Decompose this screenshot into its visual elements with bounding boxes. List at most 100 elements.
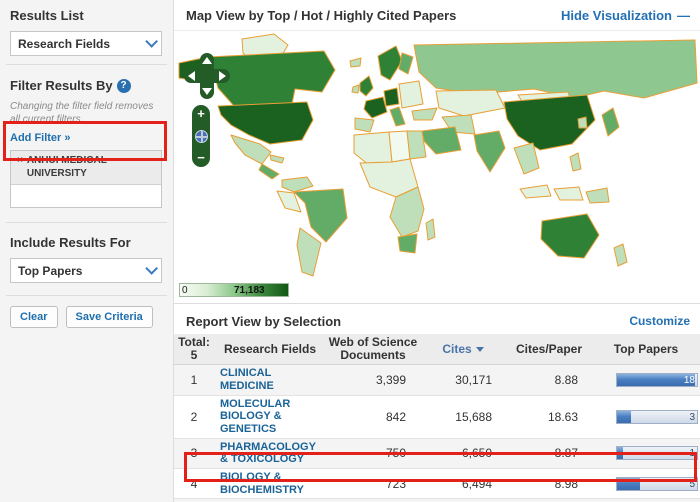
country-madagascar — [426, 219, 435, 240]
country-south-africa — [398, 234, 417, 253]
column-header-research-fields[interactable]: Research Fields — [214, 341, 326, 358]
table-header-row: Total: 5 Research Fields Web of Science … — [174, 334, 700, 365]
hide-visualization-link[interactable]: Hide Visualization — — [561, 8, 690, 23]
country-italy — [390, 107, 405, 126]
chevron-down-icon — [145, 35, 158, 48]
globe-icon[interactable] — [195, 130, 208, 143]
include-results-heading: Include Results For — [10, 235, 163, 250]
column-header-cites-per-paper[interactable]: Cites/Paper — [506, 341, 592, 358]
map-color-legend: 0 71,183 — [179, 283, 289, 297]
results-list-selected-value: Research Fields — [18, 37, 110, 51]
cites-per-paper-value: 8.98 — [506, 477, 592, 491]
table-row: 2MOLECULAR BIOLOGY & GENETICS84215,68818… — [174, 396, 700, 439]
country-ireland — [352, 85, 359, 93]
pan-right-icon[interactable] — [219, 71, 226, 81]
top-papers-cell: 3 — [592, 407, 700, 427]
total-header: Total: 5 — [174, 334, 214, 364]
top-papers-bar-fill — [617, 447, 623, 459]
pan-down-icon[interactable] — [202, 88, 212, 95]
region-eastern-europe — [399, 81, 423, 108]
top-papers-bar[interactable]: 18 — [616, 373, 698, 387]
row-rank: 4 — [174, 477, 214, 491]
region-northwest-africa — [354, 132, 392, 166]
row-rank: 1 — [174, 373, 214, 387]
country-india — [474, 131, 505, 172]
top-papers-value: 1 — [689, 447, 695, 460]
divider — [174, 303, 700, 304]
column-header-documents[interactable]: Web of Science Documents — [326, 334, 420, 364]
country-japan — [602, 108, 619, 136]
documents-value: 3,399 — [326, 373, 420, 387]
country-indonesia-west — [520, 185, 551, 198]
country-germany — [384, 88, 399, 106]
cites-value: 30,171 — [420, 373, 506, 387]
country-uk — [360, 76, 373, 96]
choropleth-map-svg — [174, 31, 700, 279]
country-korea — [578, 117, 587, 128]
report-table: Total: 5 Research Fields Web of Science … — [174, 334, 700, 502]
filter-results-heading: Filter Results By — [10, 78, 113, 93]
country-new-zealand — [614, 244, 627, 266]
country-russia — [414, 40, 697, 98]
column-header-cites[interactable]: Cites — [420, 341, 506, 358]
help-icon[interactable]: ? — [117, 79, 131, 93]
include-results-selected-value: Top Papers — [18, 264, 82, 278]
region-central-asia — [436, 90, 505, 116]
table-row: 4BIOLOGY & BIOCHEMISTRY7236,4948.985 — [174, 469, 700, 499]
country-finland — [399, 53, 413, 74]
country-papua-new-guinea — [586, 188, 609, 203]
collapse-icon: — — [677, 8, 690, 23]
map-view-title: Map View by Top / Hot / Highly Cited Pap… — [186, 8, 456, 23]
map-pan-control[interactable] — [184, 53, 230, 99]
results-list-select[interactable]: Research Fields — [10, 31, 162, 56]
cites-value: 6,494 — [420, 477, 506, 491]
customize-link[interactable]: Customize — [629, 314, 690, 328]
table-row: 1CLINICAL MEDICINE3,39930,1718.8818 — [174, 365, 700, 395]
legend-min-value: 0 — [182, 285, 188, 296]
remove-filter-icon[interactable]: × — [17, 155, 23, 180]
top-papers-bar[interactable]: 3 — [616, 410, 698, 424]
top-papers-bar[interactable]: 1 — [616, 446, 698, 460]
country-australia — [541, 214, 599, 258]
research-field-link[interactable]: PHARMACOLOGY & TOXICOLOGY — [214, 439, 326, 468]
active-filters-list: × ANHUI MEDICAL UNIVERSITY — [10, 150, 162, 208]
documents-value: 750 — [326, 446, 420, 460]
top-papers-cell: 5 — [592, 474, 700, 494]
cites-value: 15,688 — [420, 410, 506, 424]
pan-left-icon[interactable] — [188, 71, 195, 81]
region-southeast-asia — [514, 143, 539, 174]
country-turkey — [412, 108, 437, 120]
zoom-in-button[interactable]: + — [197, 108, 205, 120]
save-criteria-button[interactable]: Save Criteria — [66, 306, 153, 328]
region-central-america — [259, 164, 279, 179]
hide-visualization-label: Hide Visualization — [561, 8, 672, 23]
cites-value: 6,650 — [420, 446, 506, 460]
research-field-link[interactable]: MOLECULAR BIOLOGY & GENETICS — [214, 396, 326, 438]
research-field-link[interactable]: CLINICAL MEDICINE — [214, 365, 326, 394]
column-header-top-papers[interactable]: Top Papers — [592, 341, 700, 358]
country-france — [364, 97, 387, 118]
country-norway-sweden — [378, 46, 402, 80]
top-papers-bar-fill — [617, 411, 631, 423]
country-cuba — [270, 155, 284, 163]
top-papers-value: 5 — [689, 478, 695, 491]
pan-up-icon[interactable] — [202, 57, 212, 64]
research-field-link[interactable]: BIOLOGY & BIOCHEMISTRY — [214, 469, 326, 498]
top-papers-bar-fill — [617, 478, 640, 490]
clear-button[interactable]: Clear — [10, 306, 58, 328]
filter-note: Changing the filter field removes all cu… — [10, 100, 163, 126]
sort-descending-icon — [476, 347, 484, 352]
country-saudi-arabia — [422, 127, 461, 154]
include-results-select[interactable]: Top Papers — [10, 258, 162, 283]
map-zoom-control[interactable]: + − — [192, 105, 210, 167]
cites-per-paper-value: 8.87 — [506, 446, 592, 460]
row-rank: 2 — [174, 410, 214, 424]
add-filter-link[interactable]: Add Filter » — [10, 132, 71, 144]
world-map[interactable]: + − — [174, 30, 700, 278]
top-papers-cell: 1 — [592, 443, 700, 463]
top-papers-value: 18 — [684, 374, 695, 387]
cites-label: Cites — [442, 343, 471, 356]
top-papers-bar[interactable]: 5 — [616, 477, 698, 491]
zoom-out-button[interactable]: − — [197, 152, 205, 164]
active-filter-chip[interactable]: × ANHUI MEDICAL UNIVERSITY — [11, 151, 161, 185]
